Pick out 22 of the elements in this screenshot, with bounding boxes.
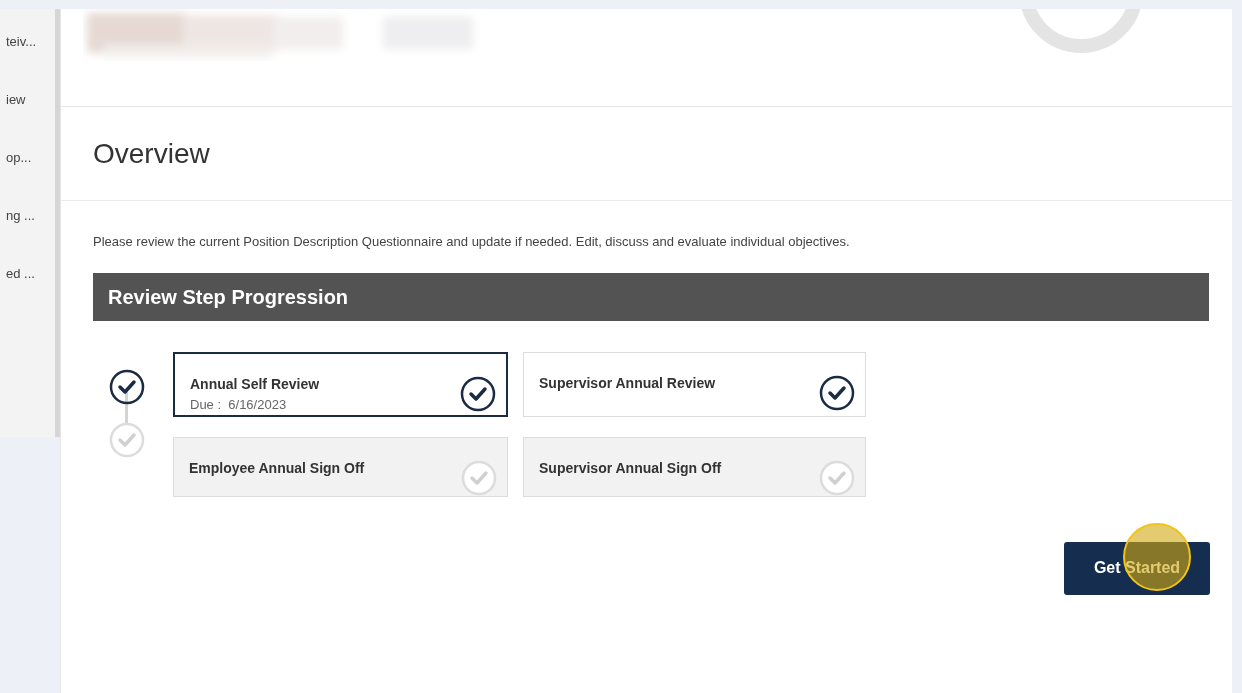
get-started-button[interactable]: Get Started bbox=[1064, 541, 1210, 595]
sidebar-item[interactable]: op... bbox=[6, 148, 32, 168]
step-card[interactable]: Supervisor Annual Review bbox=[523, 352, 866, 417]
step-title: Supervisor Annual Review bbox=[539, 374, 716, 393]
sidebar-item[interactable]: teiv... bbox=[6, 32, 37, 52]
sidebar-item[interactable]: ng ... bbox=[6, 206, 35, 226]
due-date: Due : 6/16/2023 bbox=[190, 396, 288, 414]
step-title: Employee Annual Sign Off bbox=[189, 458, 365, 478]
step-title: Annual Self Review bbox=[190, 375, 320, 394]
section-header-bar: Review Step Progression bbox=[93, 273, 1209, 321]
sidebar-item[interactable]: ed ... bbox=[6, 264, 35, 284]
step-card[interactable]: Employee Annual Sign Off bbox=[173, 436, 508, 497]
step-title: Supervisor Annual Sign Off bbox=[539, 458, 722, 478]
step-card[interactable]: Annual Self Review Due : 6/16/2023 bbox=[173, 352, 508, 417]
check-circle-icon bbox=[460, 376, 496, 412]
description-text: Please review the current Position Description Questionnaire and update if needed. Edit, discuss and evaluate individual objectives. bbox=[93, 233, 851, 251]
check-circle-icon bbox=[461, 459, 497, 496]
sidebar-item[interactable]: iew bbox=[6, 90, 26, 110]
step-card[interactable]: Supervisor Annual Sign Off bbox=[523, 436, 866, 497]
section-title: Overview bbox=[93, 136, 210, 171]
check-circle-icon bbox=[819, 375, 855, 411]
check-circle-icon bbox=[819, 459, 855, 496]
